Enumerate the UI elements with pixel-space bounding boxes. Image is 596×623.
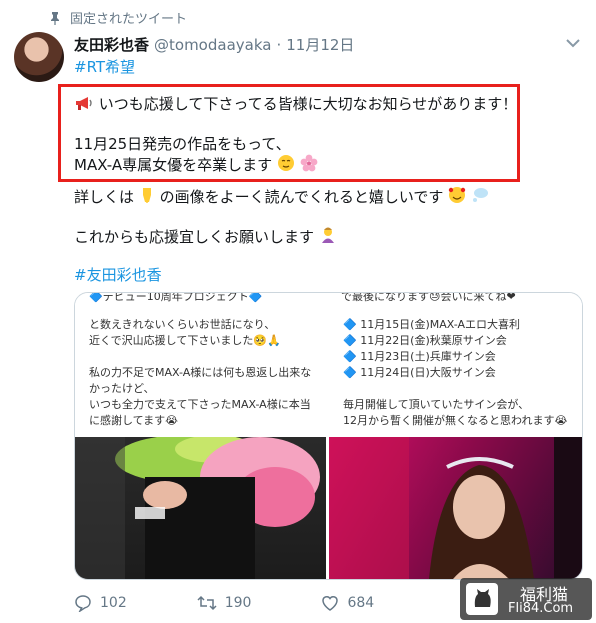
display-name[interactable]: 友田彩也香 xyxy=(74,34,149,55)
pointing-down-icon xyxy=(142,188,151,203)
image-1-line: かったけど、 xyxy=(89,382,155,395)
thought-balloon-icon xyxy=(472,188,488,202)
tweet-line-5-text: これからも応援宜しくお願いします xyxy=(74,228,315,246)
relieved-face-icon xyxy=(277,155,294,171)
image-1-line: 私の力不足でMAX-A様には何も恩返し出来な xyxy=(89,366,312,379)
tweet-actions: 102 190 684 xyxy=(74,594,444,612)
reply-icon xyxy=(75,595,91,612)
reply-button[interactable]: 102 xyxy=(74,594,127,612)
pinned-tweet-indicator: 固定されたツイート xyxy=(48,8,187,27)
heart-icon xyxy=(322,596,339,611)
event-item: 🔷 11月15日(金)MAX-Aエロ大喜利 xyxy=(343,318,521,331)
chevron-down-icon[interactable] xyxy=(566,38,580,48)
cat-logo-icon xyxy=(466,583,498,615)
pin-icon xyxy=(51,11,59,25)
photo-portrait[interactable] xyxy=(329,437,582,579)
watermark-badge: 福利猫 Fli84.Com xyxy=(460,578,592,620)
tweet-line-4-rest: の画像をよーく読んでくれると嬉しいです xyxy=(159,188,444,206)
tweet-line-4-text: 詳しくは xyxy=(74,188,135,206)
avatar[interactable] xyxy=(14,32,64,82)
image-1-top-text: 🔷デビュー10周年プロジェクト🔷 xyxy=(89,292,263,303)
cherry-blossom-icon xyxy=(300,154,318,172)
bouquet-illustration xyxy=(75,435,320,579)
like-count: 684 xyxy=(347,595,375,611)
user-handle[interactable]: @tomodaayaka xyxy=(154,36,271,54)
tweet-line-5: これからも応援宜しくお願いします xyxy=(74,226,337,247)
image-2-text-panel[interactable]: で最後になります😓会いに来てね❤ 🔷 11月15日(金)MAX-Aエロ大喜利 🔷… xyxy=(329,293,582,437)
reply-count: 102 xyxy=(100,595,127,611)
event-item: 🔷 11月22日(金)秋葉原サイン会 xyxy=(343,334,507,347)
tweet-line-4: 詳しくは の画像をよーく読んでくれると嬉しいです xyxy=(74,186,489,207)
photo-bouquet[interactable] xyxy=(75,435,326,579)
hashtag-name[interactable]: #友田彩也香 xyxy=(74,264,162,285)
retweet-count: 190 xyxy=(224,595,252,611)
image-2-line: 毎月開催して頂いていたサイン会が、 xyxy=(343,398,530,411)
smiling-hearts-icon xyxy=(448,187,466,203)
tweet-date[interactable]: 11月12日 xyxy=(286,34,354,55)
tweet-line-2: 11月25日発売の作品をもって、 xyxy=(74,135,291,153)
image-1-line: と数えきれないくらいお世話になり、 xyxy=(89,318,276,331)
retweet-icon xyxy=(197,595,217,611)
tweet-line-1-text: いつも応援して下さってる皆様に大切なお知らせがあります！ xyxy=(98,95,518,113)
image-1-line: いつも全力で支えて下さったMAX-A様に本当 xyxy=(89,398,311,411)
tweet-line-3: MAX-A専属女優を卒業します xyxy=(74,154,318,175)
person-bowing-icon xyxy=(321,227,334,243)
image-2-line: 12月から暫く開催が無くなると思われます😭 xyxy=(343,414,568,427)
image-2-top-text: で最後になります😓会いに来てね❤ xyxy=(341,292,516,303)
megaphone-icon xyxy=(76,97,92,110)
watermark-site: Fli84.Com xyxy=(508,601,574,616)
tweet-line-1: いつも応援して下さってる皆様に大切なお知らせがあります！ xyxy=(74,94,517,114)
tweet-header: 友田彩也香 @tomodaayaka · 11月12日 xyxy=(74,34,354,55)
retweet-button[interactable]: 190 xyxy=(197,594,252,612)
portrait-illustration xyxy=(329,437,582,579)
tweet-line-3-text: MAX-A専属女優を卒業します xyxy=(74,156,273,174)
like-button[interactable]: 684 xyxy=(321,594,374,612)
pinned-label: 固定されたツイート xyxy=(70,12,188,27)
media-card[interactable]: 🔷デビュー10周年プロジェクト🔷 と数えきれないくらいお世話になり、 近くで沢山… xyxy=(74,292,583,580)
hashtag-rt[interactable]: #RT希望 xyxy=(74,56,135,77)
separator: · xyxy=(276,36,282,54)
event-item: 🔷 11月23日(土)兵庫サイン会 xyxy=(343,350,496,363)
image-1-line: に感謝してます😭 xyxy=(89,414,178,427)
event-item: 🔷 11月24日(日)大阪サイン会 xyxy=(343,366,496,379)
image-1-text-panel[interactable]: 🔷デビュー10周年プロジェクト🔷 と数えきれないくらいお世話になり、 近くで沢山… xyxy=(75,293,326,437)
image-1-line: 近くで沢山応援して下さいました🥺🙏 xyxy=(89,334,281,347)
